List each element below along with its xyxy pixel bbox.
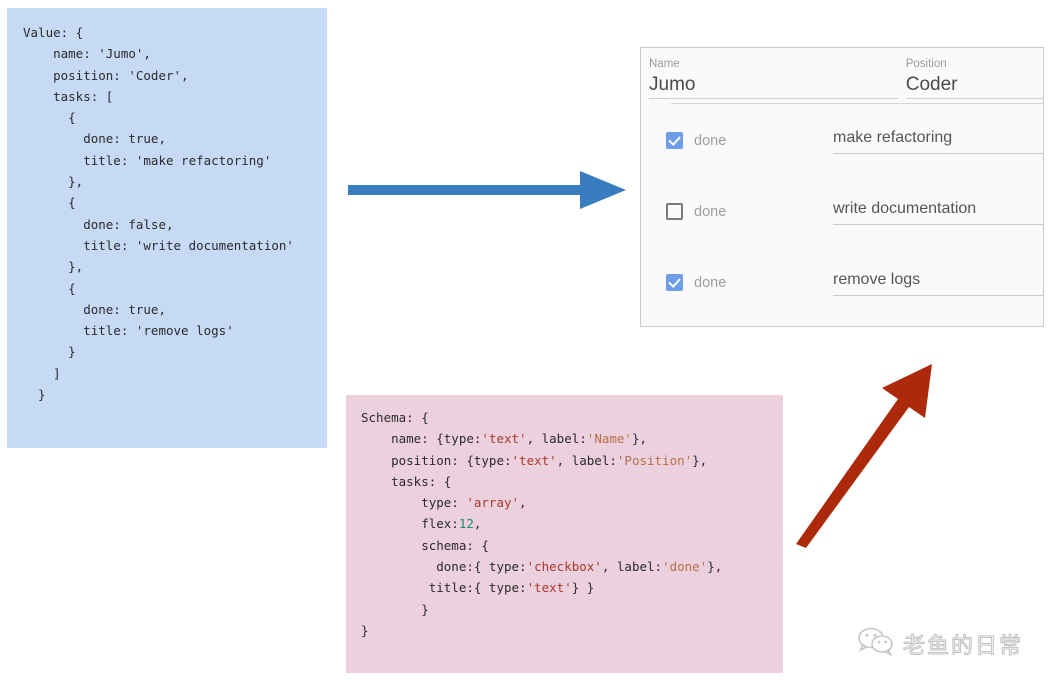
schema-code-line: name: {type:'text', label:'Name'},: [361, 428, 783, 449]
done-checkbox-label: done: [694, 203, 727, 220]
position-field-underline: [905, 98, 1043, 99]
task-title-underline: [833, 153, 1043, 154]
value-code-line: done: false,: [23, 216, 174, 232]
code-token: },: [692, 452, 708, 468]
code-token: 'checkbox': [526, 559, 602, 575]
schema-code-line: schema: {: [361, 535, 783, 556]
code-token: type:: [361, 495, 467, 511]
code-token: , label:: [556, 452, 617, 468]
value-code-line: }: [23, 344, 76, 360]
name-field-value[interactable]: Jumo: [649, 72, 898, 98]
code-token: },: [707, 559, 723, 575]
schema-code-line: Schema: {: [361, 407, 783, 428]
value-to-form-arrow: [348, 163, 626, 217]
code-token: 'Name': [586, 431, 632, 447]
code-token: , label:: [526, 431, 587, 447]
checkbox-checked-icon[interactable]: [666, 274, 683, 291]
task-title-value[interactable]: remove logs: [833, 268, 1043, 292]
schema-code-line: }: [361, 599, 783, 620]
value-code-line: done: true,: [23, 301, 166, 317]
schema-code-line: position: {type:'text', label:'Position'…: [361, 450, 783, 471]
code-token: title:{ type:: [361, 580, 527, 596]
code-token: ,: [519, 495, 527, 511]
form-header-row: Name Jumo Position Coder: [641, 48, 1043, 103]
position-field[interactable]: Position Coder: [898, 57, 1043, 103]
code-token: }: [361, 601, 429, 617]
code-token: ,: [473, 516, 482, 532]
code-token: } }: [571, 580, 595, 596]
done-checkbox-label: done: [694, 132, 727, 149]
task-title-value[interactable]: write documentation: [833, 197, 1043, 221]
code-token: 'text': [511, 452, 557, 468]
value-code-line: Value: {: [23, 25, 84, 40]
wechat-icon: [858, 626, 894, 661]
task-title-field[interactable]: make refactoring: [833, 126, 1043, 154]
value-code-line: }: [23, 387, 46, 403]
schema-code-line: title:{ type:'text'} }: [361, 577, 783, 598]
code-token: 12: [458, 516, 474, 532]
schema-code-line: }: [361, 620, 783, 641]
checkbox-checked-icon[interactable]: [666, 132, 683, 149]
task-title-field[interactable]: remove logs: [833, 268, 1043, 296]
value-code-block: Value: { name: 'Jumo', position: 'Coder'…: [7, 8, 327, 448]
code-token: 'done': [662, 559, 708, 575]
name-field-underline: [649, 98, 898, 99]
value-code-line: done: true,: [23, 131, 166, 147]
done-checkbox-label: done: [694, 274, 727, 291]
code-token: 'text': [481, 431, 527, 447]
schema-code-line: tasks: {: [361, 471, 783, 492]
done-checkbox-group[interactable]: done: [666, 274, 726, 291]
name-field[interactable]: Name Jumo: [641, 57, 898, 103]
position-field-label: Position: [905, 58, 947, 70]
task-list: done make refactoring done write documentat…: [641, 104, 1043, 317]
code-token: name: {type:: [361, 431, 482, 447]
code-token: 'Position': [616, 452, 693, 468]
schema-to-form-arrow: [792, 342, 944, 548]
task-row: done remove logs: [641, 246, 1043, 317]
schema-code-block: Schema: { name: {type:'text', label:'Nam…: [346, 395, 783, 673]
value-code-line: {: [23, 195, 76, 211]
code-token: position: {type:: [361, 452, 512, 468]
value-code-line: title: 'make refactoring': [23, 152, 272, 168]
value-code-line: position: 'Coder',: [23, 67, 189, 83]
task-title-value[interactable]: make refactoring: [833, 126, 1043, 150]
value-code-line: name: 'Jumo',: [23, 46, 151, 62]
task-title-underline: [833, 224, 1043, 225]
done-checkbox-group[interactable]: done: [666, 203, 726, 220]
value-code-line: title: 'remove logs': [23, 323, 234, 339]
schema-code-line: type: 'array',: [361, 492, 783, 513]
checkbox-unchecked-icon[interactable]: [666, 203, 683, 220]
watermark: 老鱼的日常: [858, 626, 1023, 661]
generated-form-panel: Name Jumo Position Coder done make refact…: [640, 47, 1044, 327]
watermark-text: 老鱼的日常: [902, 632, 1024, 658]
schema-code-line: flex:12,: [361, 513, 783, 534]
schema-code-line: done:{ type:'checkbox', label:'done'},: [361, 556, 783, 577]
task-title-underline: [833, 295, 1043, 296]
code-token: schema: {: [361, 537, 489, 553]
code-token: tasks: {: [361, 473, 452, 489]
code-token: }: [361, 622, 369, 638]
name-field-label: Name: [649, 58, 680, 70]
task-title-field[interactable]: write documentation: [833, 197, 1043, 225]
code-token: flex:: [361, 516, 459, 532]
value-code-line: ]: [23, 365, 61, 381]
done-checkbox-group[interactable]: done: [666, 132, 726, 149]
value-code-line: title: 'write documentation': [23, 237, 294, 253]
task-row: done make refactoring: [641, 104, 1043, 175]
code-token: 'text': [526, 580, 572, 596]
value-code-line: tasks: [: [23, 88, 114, 104]
code-token: },: [631, 431, 648, 447]
code-token: , label:: [601, 559, 663, 575]
value-code-line: },: [23, 174, 84, 190]
value-code-line: {: [23, 280, 76, 296]
code-token: done:{ type:: [361, 559, 527, 575]
value-code-line: },: [23, 259, 84, 275]
code-token: Schema: {: [361, 410, 429, 425]
value-code-line: {: [23, 110, 76, 126]
task-row: done write documentation: [641, 175, 1043, 246]
position-field-value[interactable]: Coder: [906, 72, 1043, 98]
code-token: 'array': [466, 495, 520, 511]
